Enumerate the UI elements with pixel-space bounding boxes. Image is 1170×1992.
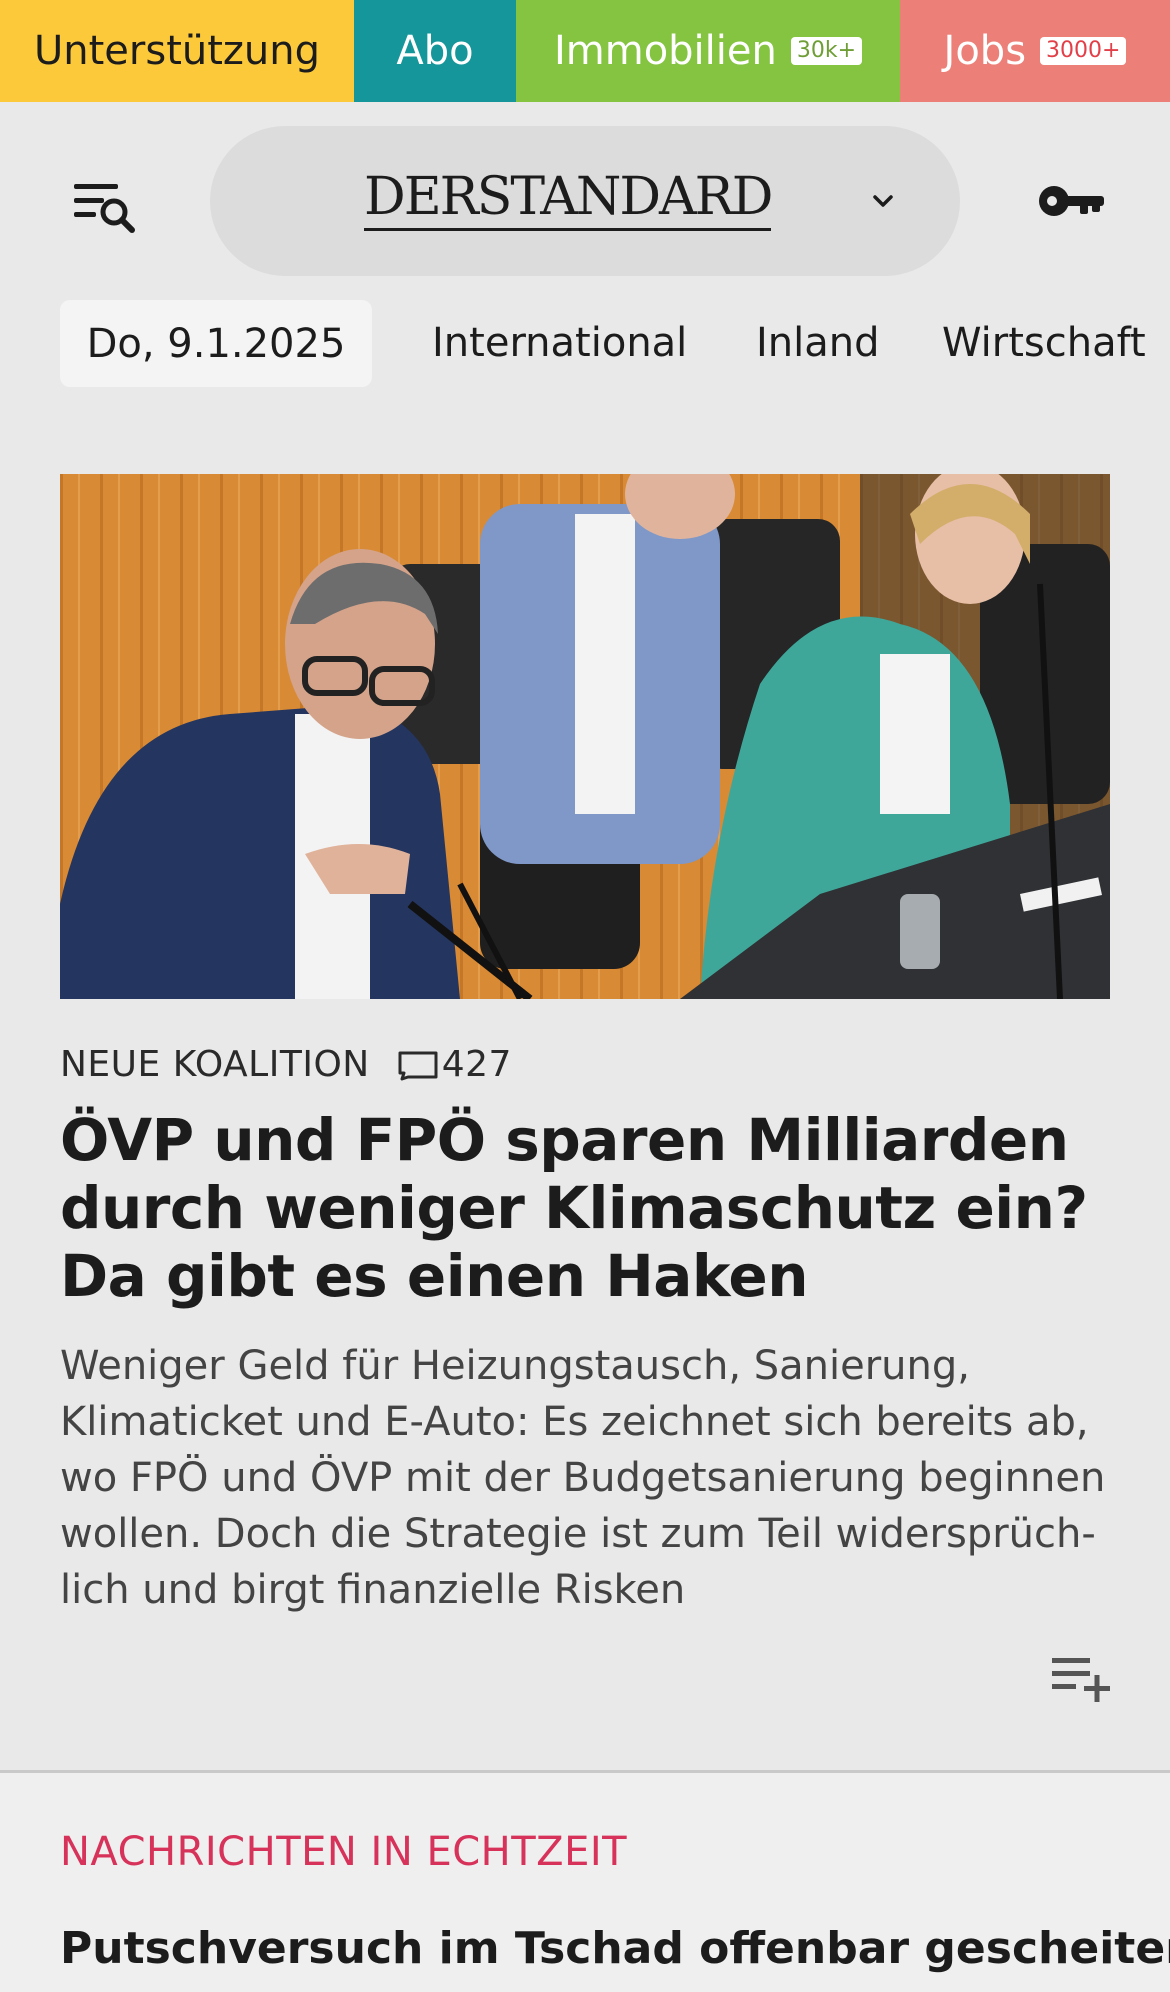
nav-item-wirtschaft[interactable]: Wirtschaft (942, 300, 1146, 387)
lead-article-headline[interactable]: ÖVP und FPÖ sparen Milliarden durch weni… (60, 1106, 1120, 1310)
abo-tab[interactable]: Abo (354, 0, 516, 102)
immobilien-tab[interactable]: Immobilien 30k+ (516, 0, 900, 102)
logo[interactable]: DERSTANDARD (364, 166, 773, 231)
service-bar: Unterstützung Abo Immobilien 30k+ Jobs 3… (0, 0, 1170, 102)
key-icon (1039, 186, 1104, 216)
chevron-down-icon (873, 195, 893, 207)
menu-search-button[interactable] (72, 178, 138, 238)
immobilien-count-badge: 30k+ (790, 37, 863, 65)
lead-article-image[interactable] (60, 474, 1110, 999)
live-news-label[interactable]: NACHRICHTEN IN ECHTZEIT (60, 1829, 627, 1875)
abo-label: Abo (396, 28, 474, 74)
playlist-add-icon (1052, 1658, 1110, 1702)
jobs-count-badge: 3000+ (1040, 37, 1127, 65)
edition-switcher[interactable]: DERSTANDARD (210, 126, 960, 276)
nav-item-inland[interactable]: Inland (756, 300, 880, 387)
jobs-tab[interactable]: Jobs 3000+ (900, 0, 1170, 102)
support-label: Unterstützung (33, 28, 320, 74)
login-button[interactable] (1036, 180, 1106, 222)
kicker-label: NEUE KOALITION (60, 1044, 370, 1085)
comment-icon (398, 1051, 438, 1080)
comment-count: 427 (441, 1044, 512, 1085)
press-conference-photo (60, 474, 1110, 999)
menu-search-icon (74, 184, 135, 233)
live-news-section: NACHRICHTEN IN ECHTZEIT Putschversuch im… (0, 1773, 1170, 1992)
add-to-reading-list-button[interactable] (1050, 1654, 1112, 1704)
jobs-label: Jobs (943, 28, 1027, 74)
lead-article-teaser[interactable]: Weniger Geld für Heizungstausch, Sanieru… (60, 1338, 1120, 1618)
article-kicker[interactable]: NEUE KOALITION 427 (60, 1044, 512, 1085)
section-nav: Do, 9.1.2025 International Inland Wirtsc… (0, 300, 1170, 388)
date-chip: Do, 9.1.2025 (60, 300, 372, 387)
support-tab[interactable]: Unterstützung (0, 0, 354, 102)
nav-item-international[interactable]: International (432, 300, 687, 387)
immobilien-label: Immobilien (553, 28, 777, 74)
live-news-headline[interactable]: Putschversuch im Tschad offenbar geschei… (60, 1923, 1170, 1974)
